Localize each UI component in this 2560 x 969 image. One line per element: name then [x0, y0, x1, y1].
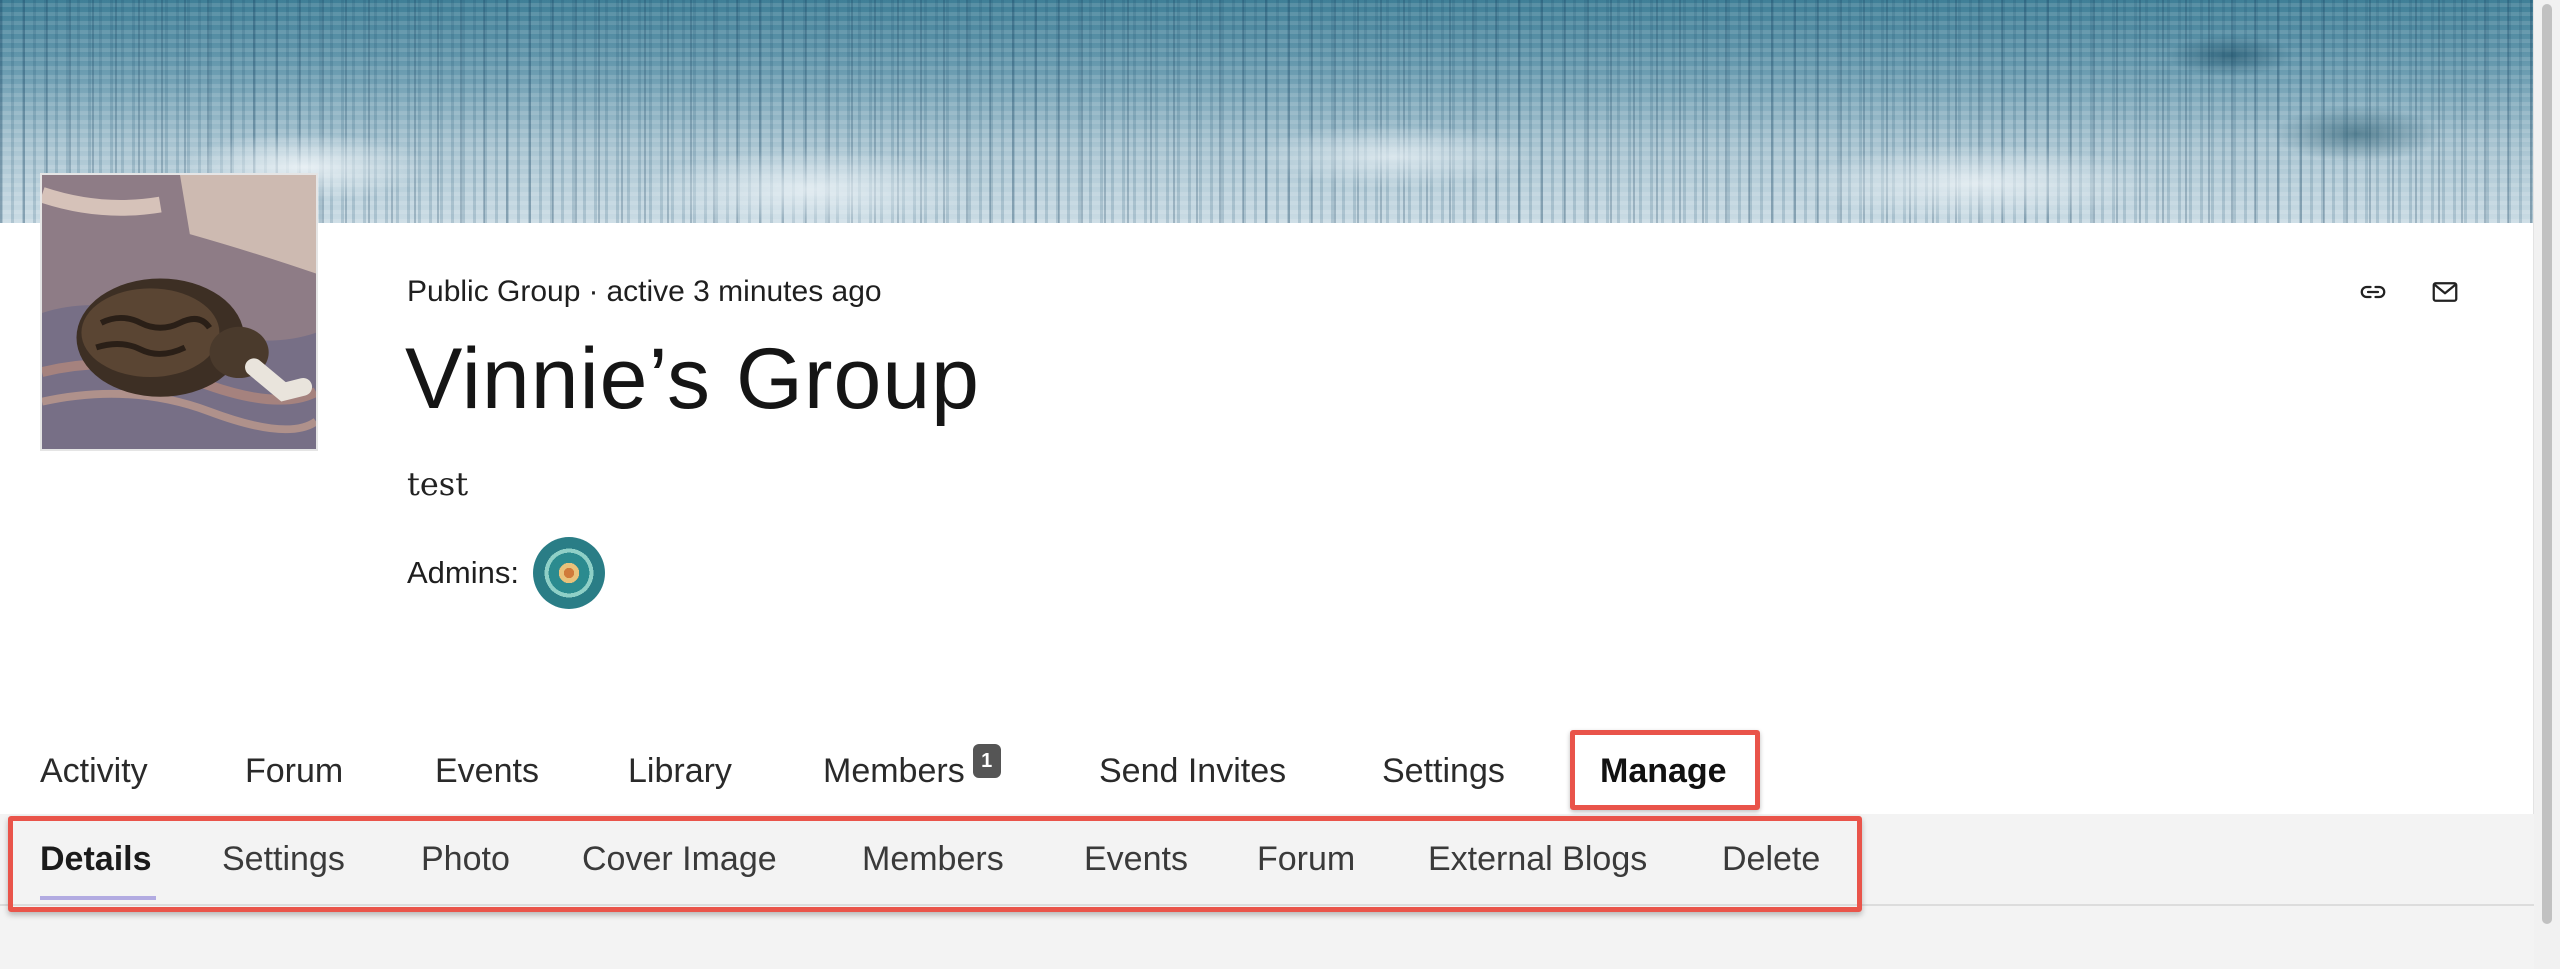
tab-events[interactable]: Events — [435, 752, 539, 791]
email-invite-button[interactable] — [2430, 277, 2460, 307]
members-count-badge: 1 — [972, 744, 1001, 778]
group-main-nav: Activity Forum Events Library Members 1 … — [0, 728, 2534, 814]
header-actions — [2358, 277, 2460, 307]
tab-forum[interactable]: Forum — [245, 752, 343, 791]
page-title: Vinnie’s Group — [405, 331, 980, 427]
tab-settings[interactable]: Settings — [1382, 752, 1505, 791]
group-activity: active 3 minutes ago — [606, 275, 882, 308]
page-scrollbar[interactable] — [2533, 0, 2560, 969]
tab-activity[interactable]: Activity — [40, 752, 148, 791]
link-icon — [2360, 285, 2386, 299]
admins-row: Admins: — [407, 537, 605, 609]
group-meta: Public Group · active 3 minutes ago — [407, 275, 882, 309]
admins-label: Admins: — [407, 555, 519, 590]
tab-send-invites[interactable]: Send Invites — [1099, 752, 1286, 791]
subnav-highlight — [8, 816, 1862, 912]
admin-avatar[interactable] — [532, 537, 605, 609]
meta-separator: · — [588, 275, 599, 308]
manage-tab-highlight — [1570, 730, 1760, 810]
group-status: Public Group — [407, 275, 581, 308]
cover-image — [0, 0, 2534, 223]
tab-members[interactable]: Members 1 — [823, 744, 1001, 791]
mail-icon — [2432, 282, 2458, 302]
cat-photo-image — [42, 175, 316, 449]
copy-link-button[interactable] — [2358, 277, 2388, 307]
tab-members-label: Members — [823, 752, 965, 790]
group-avatar — [40, 173, 318, 451]
scrollbar-thumb[interactable] — [2542, 4, 2552, 924]
tab-library[interactable]: Library — [628, 752, 732, 791]
group-description: test — [407, 465, 469, 503]
